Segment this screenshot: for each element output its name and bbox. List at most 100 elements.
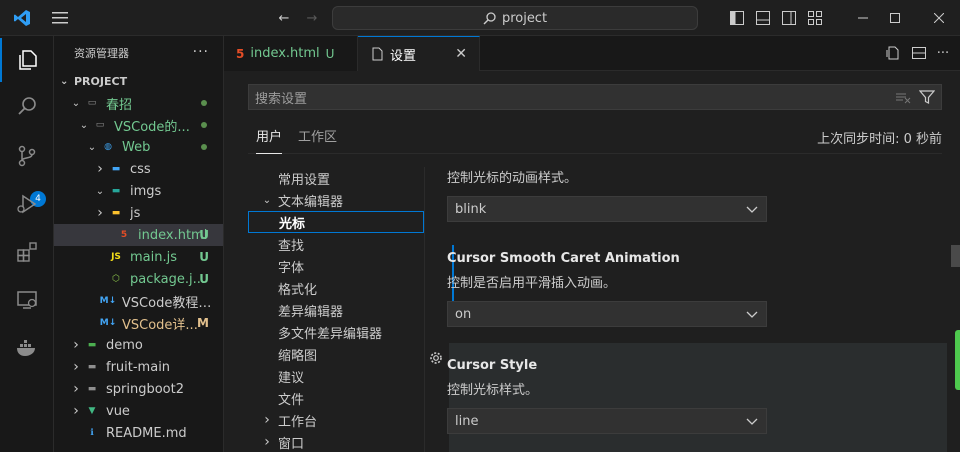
toc-item[interactable]: 建议 [248,365,424,387]
toc-label: 差异编辑器 [278,304,344,320]
tree-item-label: index.html [138,227,208,243]
tree-item[interactable]: › ▬ springboot2 [54,378,223,400]
more-actions-icon[interactable]: ··· [193,44,209,60]
tree-item[interactable]: JS main.js U [54,246,223,268]
close-tab-icon[interactable]: ✕ [455,46,467,62]
customize-layout-icon[interactable] [804,0,826,36]
toc-item[interactable]: 字体 [248,255,424,277]
tree-item-label: css [130,161,151,177]
close-window-icon[interactable] [924,0,954,36]
remote-explorer-icon[interactable] [0,278,54,322]
toc-item[interactable]: 多文件差异编辑器 [248,321,424,343]
tree-item-label: springboot2 [106,381,184,397]
images-folder-icon: ▬ [111,186,121,196]
chevron-right-icon: › [73,403,79,419]
tab-status: U [325,46,335,61]
run-debug-icon[interactable] [0,182,54,226]
toc-item[interactable]: › 工作台 [248,409,424,431]
maximize-icon[interactable] [880,0,910,36]
tree-item[interactable]: ⌄ ◍ Web [54,136,223,158]
cursor-style-select[interactable]: line [447,408,767,434]
extensions-icon[interactable] [0,230,54,274]
menu-icon[interactable] [48,0,72,36]
toc-item[interactable]: 缩略图 [248,343,424,365]
select-value: line [455,413,479,429]
tree-item[interactable]: › ▬ fruit-main [54,356,223,378]
folder-open-icon: ▭ [95,120,105,130]
toc-label: 文件 [278,392,305,408]
tree-item-label: VSCode的... [114,119,190,135]
toc-item[interactable]: 文件 [248,387,424,409]
cursor-blinking-select[interactable]: blink [447,196,767,222]
tree-item[interactable]: M↓ VSCode教程够... [54,290,223,312]
toggle-primary-sidebar-icon[interactable] [726,0,748,36]
tab-index-html[interactable]: 5 index.html U [224,36,358,71]
open-settings-json-icon[interactable] [884,44,902,62]
folder-src-icon: ▬ [87,340,97,350]
clear-filter-icon[interactable] [895,89,911,105]
tree-item-label: js [130,205,141,221]
toc-label: 建议 [278,370,305,386]
toggle-panel-icon[interactable] [752,0,774,36]
tree-item-label: main.js [130,249,177,265]
more-actions-icon[interactable]: ··· [934,44,952,62]
project-section-header[interactable]: ⌄ PROJECT [54,70,223,92]
gear-icon[interactable] [429,351,443,369]
filter-icon[interactable] [919,89,935,105]
chevron-right-icon: › [264,434,270,450]
tab-workspace[interactable]: 工作区 [298,126,337,154]
forward-arrow-icon[interactable]: → [302,0,322,36]
minimize-icon[interactable] [848,0,878,36]
split-editor-icon[interactable] [910,44,928,62]
search-view-icon[interactable] [0,84,54,128]
explorer-title: 资源管理器 [74,47,129,60]
command-center-search[interactable]: project [332,6,698,30]
tab-user[interactable]: 用户 [256,126,283,154]
tree-item[interactable]: ⌄ ▬ imgs [54,180,223,202]
search-placeholder: 搜索设置 [255,91,308,107]
tree-item[interactable]: › ▼ vue [54,400,223,422]
explorer-icon[interactable] [0,38,54,82]
toc-item[interactable]: 查找 [248,233,424,255]
vue-folder-icon: ▼ [88,406,96,416]
toc-label: 文本编辑器 [278,194,344,210]
chevron-down-icon: ⌄ [262,194,272,206]
source-control-icon[interactable] [0,134,54,178]
tree-item[interactable]: M↓ VSCode详... M [54,312,223,334]
command-center-text: project [501,10,548,26]
back-arrow-icon[interactable]: ← [274,0,294,36]
tree-item[interactable]: ℹ README.md [54,422,223,444]
tree-item[interactable]: › ▬ js [54,202,223,224]
web-folder-icon: ◍ [104,142,112,152]
sync-status: 上次同步时间: 0 秒前 [817,132,942,147]
chevron-down-icon: ⌄ [95,185,105,197]
chevron-right-icon: › [73,381,79,397]
modified-dot [201,122,207,128]
toc-item[interactable]: 差异编辑器 [248,299,424,321]
toc-label: 多文件差异编辑器 [278,326,383,342]
tree-item[interactable]: ⬡ package.j... U [54,268,223,290]
tree-item[interactable]: › ▬ demo [54,334,223,356]
toc-item[interactable]: ⌄ 文本编辑器 [248,189,424,211]
tree-item[interactable]: ⌄ ▭ 春招 [54,92,223,114]
setting-title: Cursor Style [447,358,538,373]
settings-search-input[interactable]: 搜索设置 [248,84,942,110]
docker-icon[interactable] [0,326,54,370]
toc-label: 字体 [278,260,305,276]
tree-item[interactable]: 5 index.html U [54,224,223,246]
chevron-down-icon: ⌄ [71,97,81,109]
toc-item[interactable]: 光标 [248,211,424,233]
chevron-down-icon [746,418,758,425]
toc-item[interactable]: › 窗口 [248,431,424,452]
toc-item[interactable]: 常用设置 [248,167,424,189]
tree-item-label: imgs [130,183,162,199]
cursor-smooth-caret-select[interactable]: on [447,301,767,327]
tab-settings[interactable]: 设置 ✕ [358,36,480,71]
modified-dot [201,100,207,106]
scrollbar-thumb[interactable] [951,245,960,267]
tree-item[interactable]: ⌄ ▭ VSCode的... [54,114,223,136]
toggle-secondary-sidebar-icon[interactable] [778,0,800,36]
tree-item[interactable]: › ▬ css [54,158,223,180]
toc-item[interactable]: 格式化 [248,277,424,299]
html-file-icon: 5 [236,46,245,61]
